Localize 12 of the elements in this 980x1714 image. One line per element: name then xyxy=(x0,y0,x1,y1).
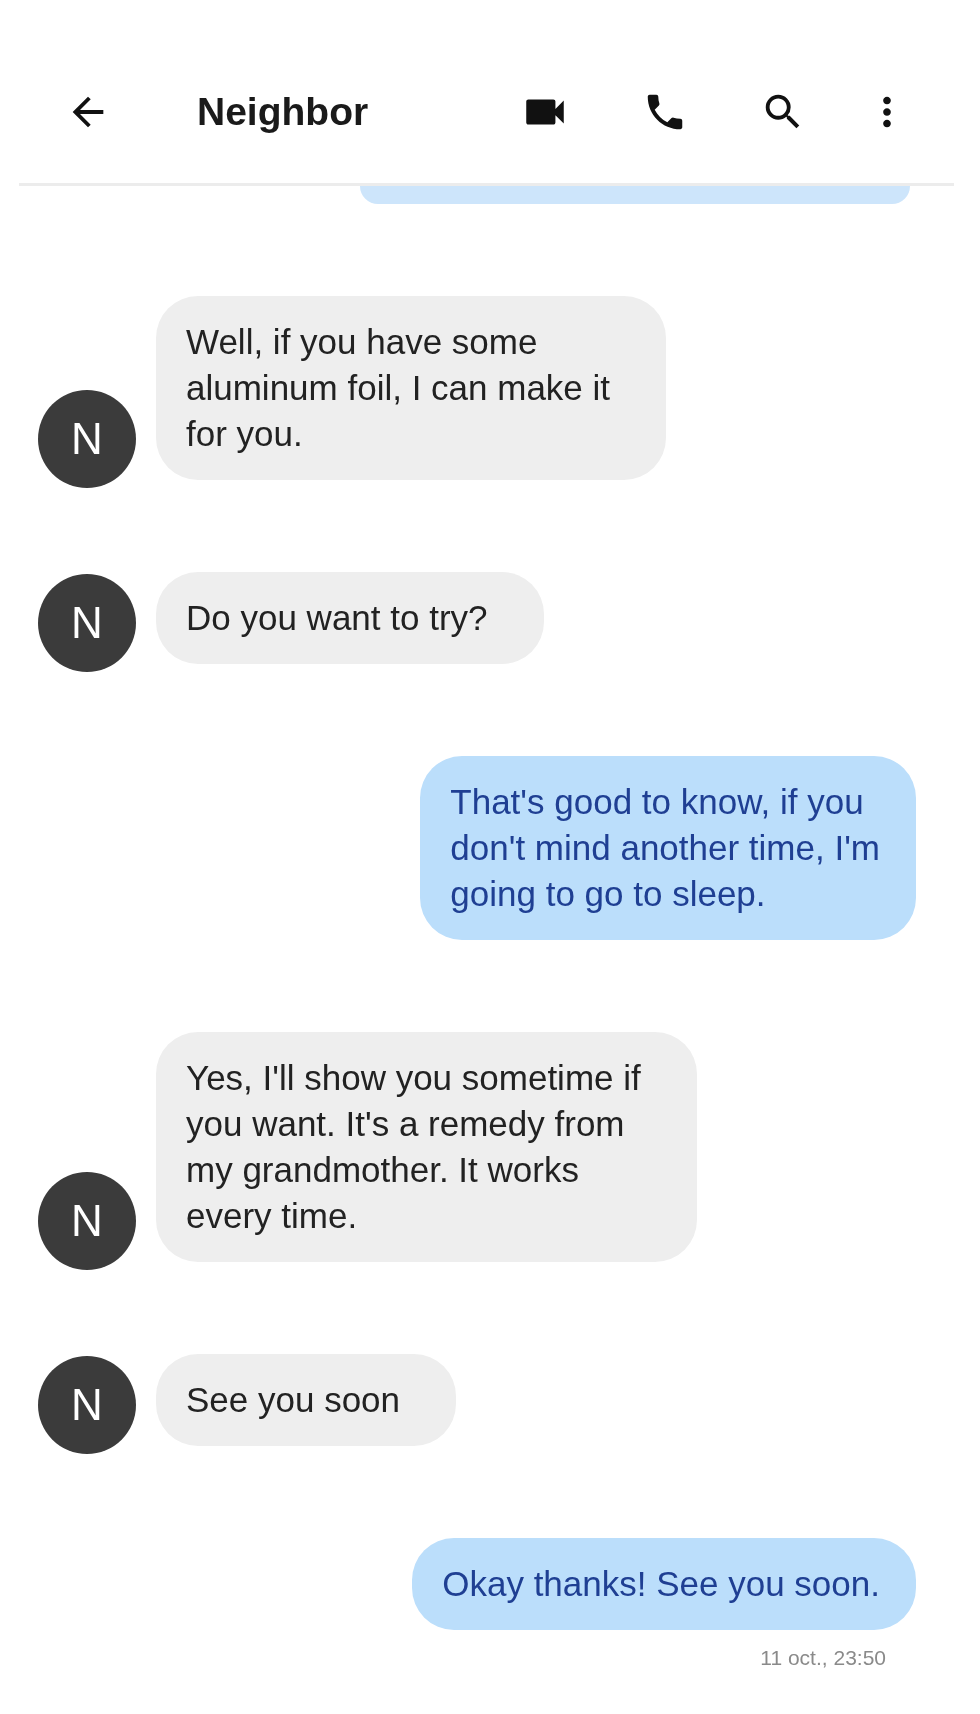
message-bubble: Yes, I'll show you sometime if you want. It's a remedy from my grandmother. It works every time. xyxy=(156,1032,697,1262)
message-bubble: Okay thanks! See you soon. xyxy=(412,1538,916,1630)
message-bubble: That's good to know, if you don't mind another time, I'm going to go to sleep. xyxy=(420,756,916,940)
message-bubble: See you soon xyxy=(156,1354,457,1446)
chat-title: Neighbor xyxy=(197,89,370,134)
avatar: N xyxy=(38,1356,136,1454)
avatar: N xyxy=(38,1172,136,1270)
timestamp: 11 oct., 23:50 xyxy=(760,1646,886,1670)
avatar: N xyxy=(38,390,136,488)
avatar: N xyxy=(38,574,136,672)
message-bubble: Do you want to try? xyxy=(156,572,544,664)
message-bubble: Well, if you have some aluminum foil, I can make it for you. xyxy=(156,296,667,480)
